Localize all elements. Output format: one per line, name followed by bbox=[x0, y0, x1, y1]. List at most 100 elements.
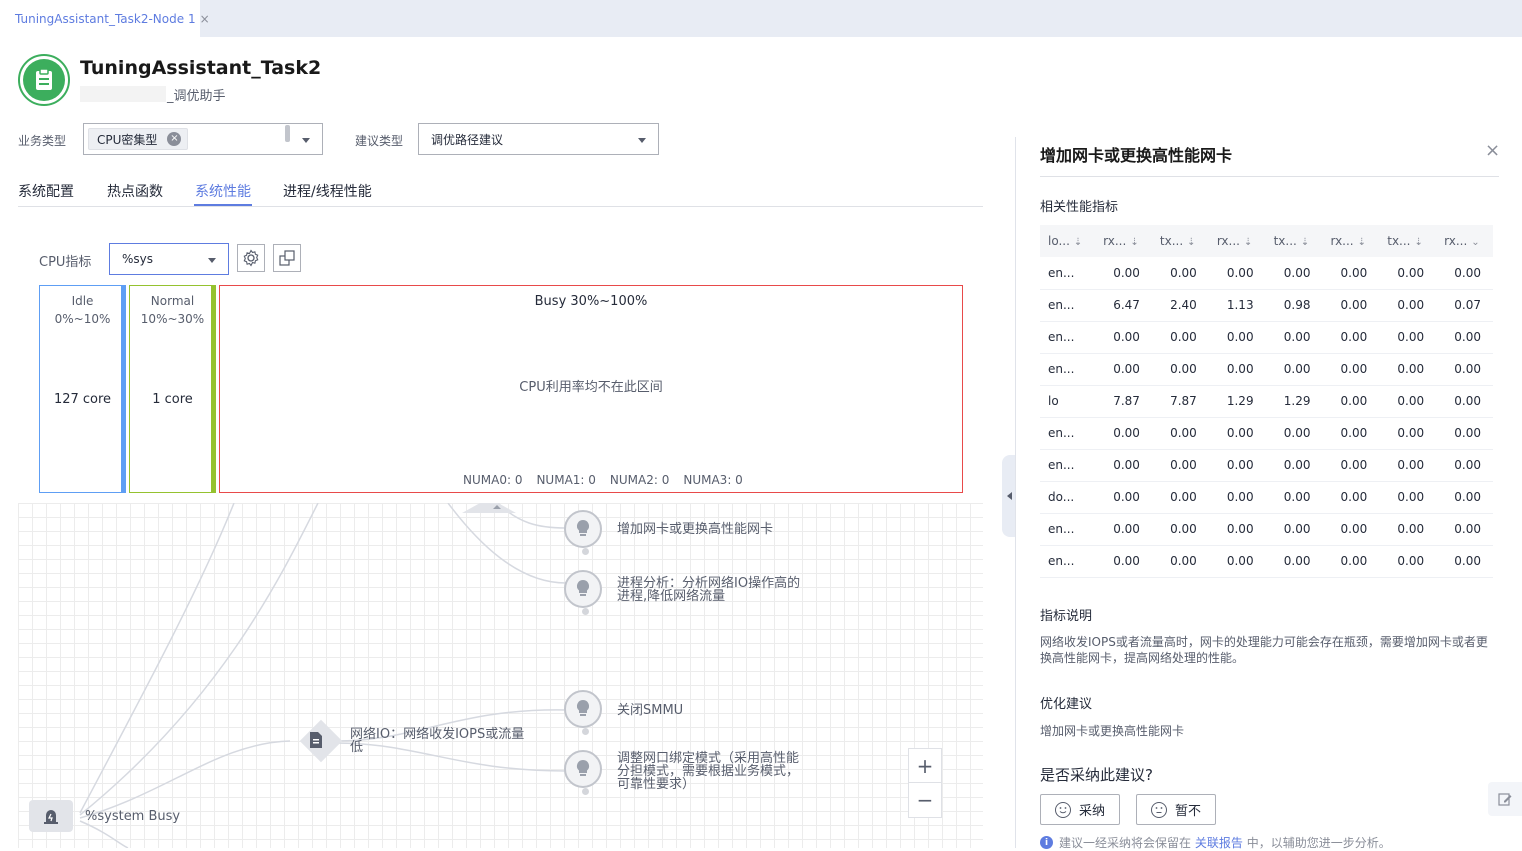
leaf-label-disable-smmu: 关闭SMMU bbox=[617, 703, 684, 718]
sort-icon[interactable]: ⇣ bbox=[1187, 237, 1195, 248]
column-header[interactable]: tx... ⇣ bbox=[1265, 225, 1323, 257]
sort-icon[interactable]: ⇣ bbox=[1244, 237, 1252, 248]
interface-cell: lo bbox=[1040, 385, 1096, 418]
metric-cell: 0.00 bbox=[1436, 481, 1493, 514]
desc-title: 指标说明 bbox=[1040, 609, 1093, 624]
metric-cell: 0.00 bbox=[1208, 353, 1266, 386]
info-icon: i bbox=[1040, 836, 1053, 849]
settings-gear-icon[interactable] bbox=[237, 244, 265, 272]
column-header[interactable]: rx... ⇣ bbox=[1095, 225, 1152, 257]
leaf-label-add-nic: 增加网卡或更换高性能网卡 bbox=[617, 522, 774, 537]
metric-cell: 0.00 bbox=[1436, 321, 1493, 354]
expand-columns-icon[interactable]: ⌄ bbox=[1471, 237, 1479, 248]
metric-cell: 0.00 bbox=[1322, 449, 1380, 482]
metric-cell: 0.00 bbox=[1151, 417, 1209, 450]
network-io-node[interactable] bbox=[296, 719, 343, 763]
task-logo-icon bbox=[18, 54, 70, 106]
tab-system-config[interactable]: 系统配置 bbox=[18, 181, 74, 201]
metric-cell: 2.40 bbox=[1151, 289, 1209, 322]
metric-cell: 0.00 bbox=[1436, 449, 1493, 482]
reject-button[interactable]: 暂不 bbox=[1136, 794, 1216, 825]
metrics-title: 相关性能指标 bbox=[1040, 200, 1119, 215]
idle-box[interactable]: Idle 0%~10% 127 core bbox=[39, 285, 126, 493]
numa2-count: NUMA2: 0 bbox=[609, 473, 670, 487]
interface-cell: en... bbox=[1040, 545, 1096, 578]
tab-process-thread-performance[interactable]: 进程/线程性能 bbox=[283, 181, 372, 201]
leaf-node-process-analysis[interactable] bbox=[564, 570, 602, 615]
panel-collapse-handle[interactable] bbox=[1002, 455, 1016, 537]
busy-box[interactable]: Busy 30%~100% CPU利用率均不在此区间 NUMA0: 0 NUMA… bbox=[219, 285, 963, 493]
normal-box[interactable]: Normal 10%~30% 1 core bbox=[129, 285, 216, 493]
reject-label: 暂不 bbox=[1174, 804, 1201, 819]
metric-cell: 0.00 bbox=[1265, 513, 1323, 546]
sort-icon[interactable]: ⇣ bbox=[1358, 237, 1366, 248]
flow-connectors bbox=[79, 503, 567, 848]
column-header[interactable]: tx... ⇣ bbox=[1379, 225, 1437, 257]
metric-cell: 6.47 bbox=[1095, 289, 1152, 322]
metric-cell: 0.00 bbox=[1379, 545, 1437, 578]
metric-cell: 0.00 bbox=[1151, 257, 1209, 290]
metric-cell: 0.00 bbox=[1322, 417, 1380, 450]
leaf-node-add-nic[interactable] bbox=[564, 510, 602, 555]
metric-cell: 0.00 bbox=[1095, 513, 1152, 546]
feedback-edit-icon[interactable] bbox=[1488, 782, 1522, 816]
tab-task2-node1[interactable]: TuningAssistant_Task2-Node 1 × bbox=[0, 0, 210, 37]
biz-type-label: 业务类型 bbox=[18, 134, 67, 148]
metric-cell: 0.00 bbox=[1208, 545, 1266, 578]
interface-cell: en... bbox=[1040, 417, 1096, 450]
numa1-count: NUMA1: 0 bbox=[536, 473, 596, 487]
metric-cell: 0.00 bbox=[1322, 321, 1380, 354]
metric-cell: 1.29 bbox=[1265, 385, 1323, 418]
select-scrollbar[interactable] bbox=[285, 125, 290, 142]
normal-name: Normal bbox=[150, 294, 195, 308]
column-header[interactable]: lo... ⇣ bbox=[1040, 225, 1096, 257]
column-header-label: tx... bbox=[1273, 234, 1297, 248]
suggest-type-select[interactable]: 调优路径建议 bbox=[418, 123, 659, 155]
numa0-count: NUMA0: 0 bbox=[463, 473, 523, 487]
adopt-button[interactable]: 采纳 bbox=[1040, 794, 1120, 825]
tab-system-performance[interactable]: 系统性能 bbox=[195, 181, 251, 201]
metric-cell: 0.00 bbox=[1265, 353, 1323, 386]
chevron-down-icon bbox=[638, 138, 646, 143]
switch-view-icon[interactable] bbox=[273, 244, 301, 272]
metric-cell: 0.00 bbox=[1095, 545, 1152, 578]
metric-cell: 0.00 bbox=[1265, 257, 1323, 290]
table-body: en... 0.00 0.00 0.00 0.00 0.00 0.00 0.00 en... 6.… bbox=[1040, 257, 1493, 578]
leaf-node-disable-smmu[interactable] bbox=[564, 690, 602, 735]
tab-hot-functions[interactable]: 热点函数 bbox=[107, 181, 163, 201]
close-icon[interactable]: × bbox=[1485, 140, 1500, 161]
chip-remove-icon[interactable]: × bbox=[167, 132, 182, 146]
network-io-label: 网络IO：网络收发IOPS或流量低 bbox=[350, 727, 525, 755]
leaf-node-bond-mode[interactable] bbox=[564, 750, 602, 795]
column-header[interactable]: tx... ⇣ bbox=[1151, 225, 1209, 257]
tab-close-icon[interactable]: × bbox=[200, 12, 210, 26]
metric-cell: 0.00 bbox=[1151, 481, 1209, 514]
zoom-in-button[interactable]: + bbox=[909, 749, 941, 783]
advice-text: 增加网卡或更换高性能网卡 bbox=[1040, 724, 1185, 738]
table-row: lo 7.87 7.87 1.29 1.29 0.00 0.00 0.00 bbox=[1040, 385, 1493, 418]
sort-icon[interactable]: ⇣ bbox=[1414, 237, 1422, 248]
metric-cell: 0.00 bbox=[1265, 417, 1323, 450]
sort-icon[interactable]: ⇣ bbox=[1130, 237, 1138, 248]
document-icon bbox=[310, 732, 322, 748]
sort-icon[interactable]: ⇣ bbox=[1301, 237, 1309, 248]
sort-icon[interactable]: ⇣ bbox=[1074, 237, 1082, 248]
column-header[interactable]: rx... ⇣ bbox=[1208, 225, 1266, 257]
adopt-label: 采纳 bbox=[1078, 804, 1105, 819]
metrics-table: lo... ⇣ rx... ⇣ tx... ⇣ rx... ⇣ tx... ⇣ rx... ⇣ tx..… bbox=[1040, 225, 1493, 578]
chevron-left-icon bbox=[1006, 492, 1012, 500]
zoom-out-button[interactable]: − bbox=[909, 783, 941, 817]
column-header-label: rx... bbox=[1444, 234, 1468, 248]
cpu-metric-label: CPU指标 bbox=[39, 255, 92, 270]
column-header-label: tx... bbox=[1159, 234, 1184, 248]
metric-cell: 0.00 bbox=[1208, 257, 1266, 290]
metric-cell: 0.00 bbox=[1208, 417, 1266, 450]
column-header[interactable]: rx... ⌄ bbox=[1436, 225, 1493, 257]
numa3-count: NUMA3: 0 bbox=[683, 473, 743, 487]
chevron-down-icon bbox=[208, 258, 216, 263]
column-header[interactable]: rx... ⇣ bbox=[1322, 225, 1380, 257]
metric-cell: 7.87 bbox=[1095, 385, 1152, 418]
root-node[interactable] bbox=[29, 800, 73, 832]
metric-cell: 0.00 bbox=[1379, 385, 1437, 418]
metric-cell: 0.00 bbox=[1436, 353, 1493, 386]
